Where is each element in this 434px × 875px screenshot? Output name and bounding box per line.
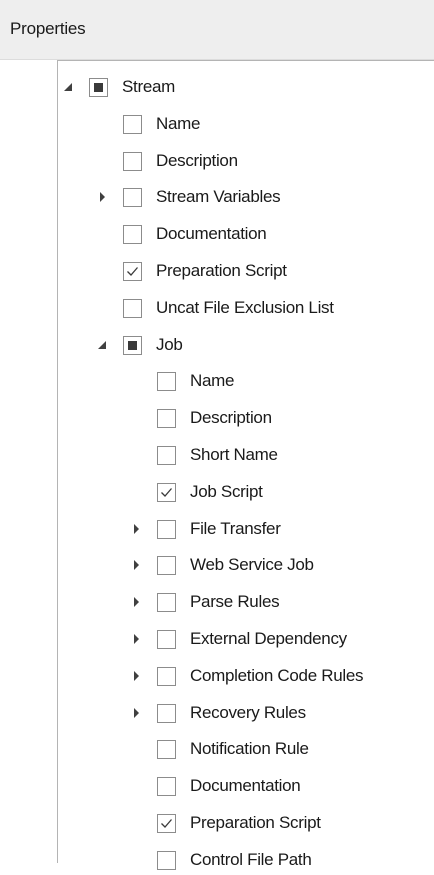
tree-node-label: Web Service Job bbox=[190, 555, 314, 574]
tree-node-job-description[interactable]: Description bbox=[129, 403, 272, 433]
tree-node-label: Job Script bbox=[190, 482, 263, 501]
tree-node-job-control-file-path[interactable]: Control File Path bbox=[129, 845, 312, 875]
tree-node-stream-preparation-script[interactable]: Preparation Script bbox=[95, 256, 287, 286]
checkbox-unchecked[interactable] bbox=[123, 187, 142, 207]
checkbox-unchecked[interactable] bbox=[157, 739, 176, 759]
checkbox-unchecked[interactable] bbox=[157, 519, 176, 539]
checkmark-icon bbox=[161, 487, 172, 497]
tree-node-job-file-transfer[interactable]: File Transfer bbox=[129, 514, 281, 544]
panel-header: Properties bbox=[0, 0, 434, 60]
tree-node-stream-uncat-file-exclusion-list[interactable]: Uncat File Exclusion List bbox=[95, 293, 334, 323]
checkbox-unchecked[interactable] bbox=[157, 555, 176, 575]
tree-node-label: Documentation bbox=[156, 224, 267, 243]
checkbox-unchecked[interactable] bbox=[157, 703, 176, 723]
checkbox-indeterminate[interactable] bbox=[89, 77, 108, 97]
tree-node-job-parse-rules[interactable]: Parse Rules bbox=[129, 587, 280, 617]
tree-node-job-preparation-script[interactable]: Preparation Script bbox=[129, 808, 321, 838]
tree-node-job-short-name[interactable]: Short Name bbox=[129, 440, 278, 470]
tree-node-job-script[interactable]: Job Script bbox=[129, 477, 263, 507]
tree-node-job-recovery-rules[interactable]: Recovery Rules bbox=[129, 698, 306, 728]
checkbox-checked[interactable] bbox=[157, 482, 176, 502]
panel-title: Properties bbox=[10, 19, 86, 38]
checkbox-unchecked[interactable] bbox=[123, 298, 142, 318]
expanded-arrow-icon[interactable] bbox=[95, 338, 109, 352]
collapsed-arrow-icon[interactable] bbox=[129, 632, 143, 646]
checkbox-unchecked[interactable] bbox=[157, 850, 176, 870]
tree-node-label: Preparation Script bbox=[156, 261, 287, 280]
collapsed-arrow-icon[interactable] bbox=[95, 190, 109, 204]
tree-node-label: Uncat File Exclusion List bbox=[156, 298, 334, 317]
checkmark-icon bbox=[161, 818, 172, 828]
tree-node-label: Preparation Script bbox=[190, 813, 321, 832]
tree-node-stream-description[interactable]: Description bbox=[95, 146, 238, 176]
tree-node-label: Completion Code Rules bbox=[190, 666, 364, 685]
tree-node-label: Job bbox=[156, 335, 183, 354]
tree-node-job-name[interactable]: Name bbox=[129, 366, 234, 396]
checkbox-unchecked[interactable] bbox=[123, 151, 142, 171]
checkbox-unchecked[interactable] bbox=[157, 445, 176, 465]
checkbox-checked[interactable] bbox=[157, 813, 176, 833]
tree-node-job-documentation[interactable]: Documentation bbox=[129, 771, 301, 801]
tree-node-label: Stream bbox=[122, 77, 175, 96]
tree-node-label: Notification Rule bbox=[190, 739, 309, 758]
collapsed-arrow-icon[interactable] bbox=[129, 706, 143, 720]
collapsed-arrow-icon[interactable] bbox=[129, 669, 143, 683]
tree-node-label: Control File Path bbox=[190, 850, 312, 869]
tree-node-job-web-service-job[interactable]: Web Service Job bbox=[129, 550, 314, 580]
tree-node-label: Parse Rules bbox=[190, 592, 280, 611]
tree-node-label: Name bbox=[156, 114, 201, 133]
tree-node-label: Recovery Rules bbox=[190, 703, 306, 722]
tree-node-job-notification-rule[interactable]: Notification Rule bbox=[129, 734, 309, 764]
tree-node-label: Description bbox=[156, 151, 238, 170]
tree-node-stream-variables[interactable]: Stream Variables bbox=[95, 182, 281, 212]
checkmark-icon bbox=[127, 266, 138, 276]
expanded-arrow-icon[interactable] bbox=[61, 80, 75, 94]
collapsed-arrow-icon[interactable] bbox=[129, 558, 143, 572]
tree-node-job[interactable]: Job bbox=[95, 330, 183, 360]
checkbox-unchecked[interactable] bbox=[157, 592, 176, 612]
tree-node-job-completion-code-rules[interactable]: Completion Code Rules bbox=[129, 661, 364, 691]
tree-node-stream-name[interactable]: Name bbox=[95, 109, 200, 139]
checkbox-indeterminate[interactable] bbox=[123, 335, 142, 355]
tree-node-label: Description bbox=[190, 408, 272, 427]
checkbox-unchecked[interactable] bbox=[123, 114, 142, 134]
tree-node-stream[interactable]: Stream bbox=[61, 72, 175, 102]
checkbox-unchecked[interactable] bbox=[123, 224, 142, 244]
tree-node-label: Name bbox=[190, 371, 235, 390]
tree-node-label: Short Name bbox=[190, 445, 278, 464]
properties-panel: Properties Stream Name Description Stream V… bbox=[0, 0, 434, 870]
tree-node-label: Documentation bbox=[190, 776, 301, 795]
tree-node-job-external-dependency[interactable]: External Dependency bbox=[129, 624, 347, 654]
collapsed-arrow-icon[interactable] bbox=[129, 522, 143, 536]
checkbox-unchecked[interactable] bbox=[157, 629, 176, 649]
tree-node-label: Stream Variables bbox=[156, 187, 281, 206]
tree-node-label: File Transfer bbox=[190, 519, 281, 538]
checkbox-unchecked[interactable] bbox=[157, 666, 176, 686]
checkbox-checked[interactable] bbox=[123, 261, 142, 281]
collapsed-arrow-icon[interactable] bbox=[129, 595, 143, 609]
tree-node-label: External Dependency bbox=[190, 629, 347, 648]
checkbox-unchecked[interactable] bbox=[157, 371, 176, 391]
checkbox-unchecked[interactable] bbox=[157, 776, 176, 796]
tree-node-stream-documentation[interactable]: Documentation bbox=[95, 219, 267, 249]
checkbox-unchecked[interactable] bbox=[157, 408, 176, 428]
